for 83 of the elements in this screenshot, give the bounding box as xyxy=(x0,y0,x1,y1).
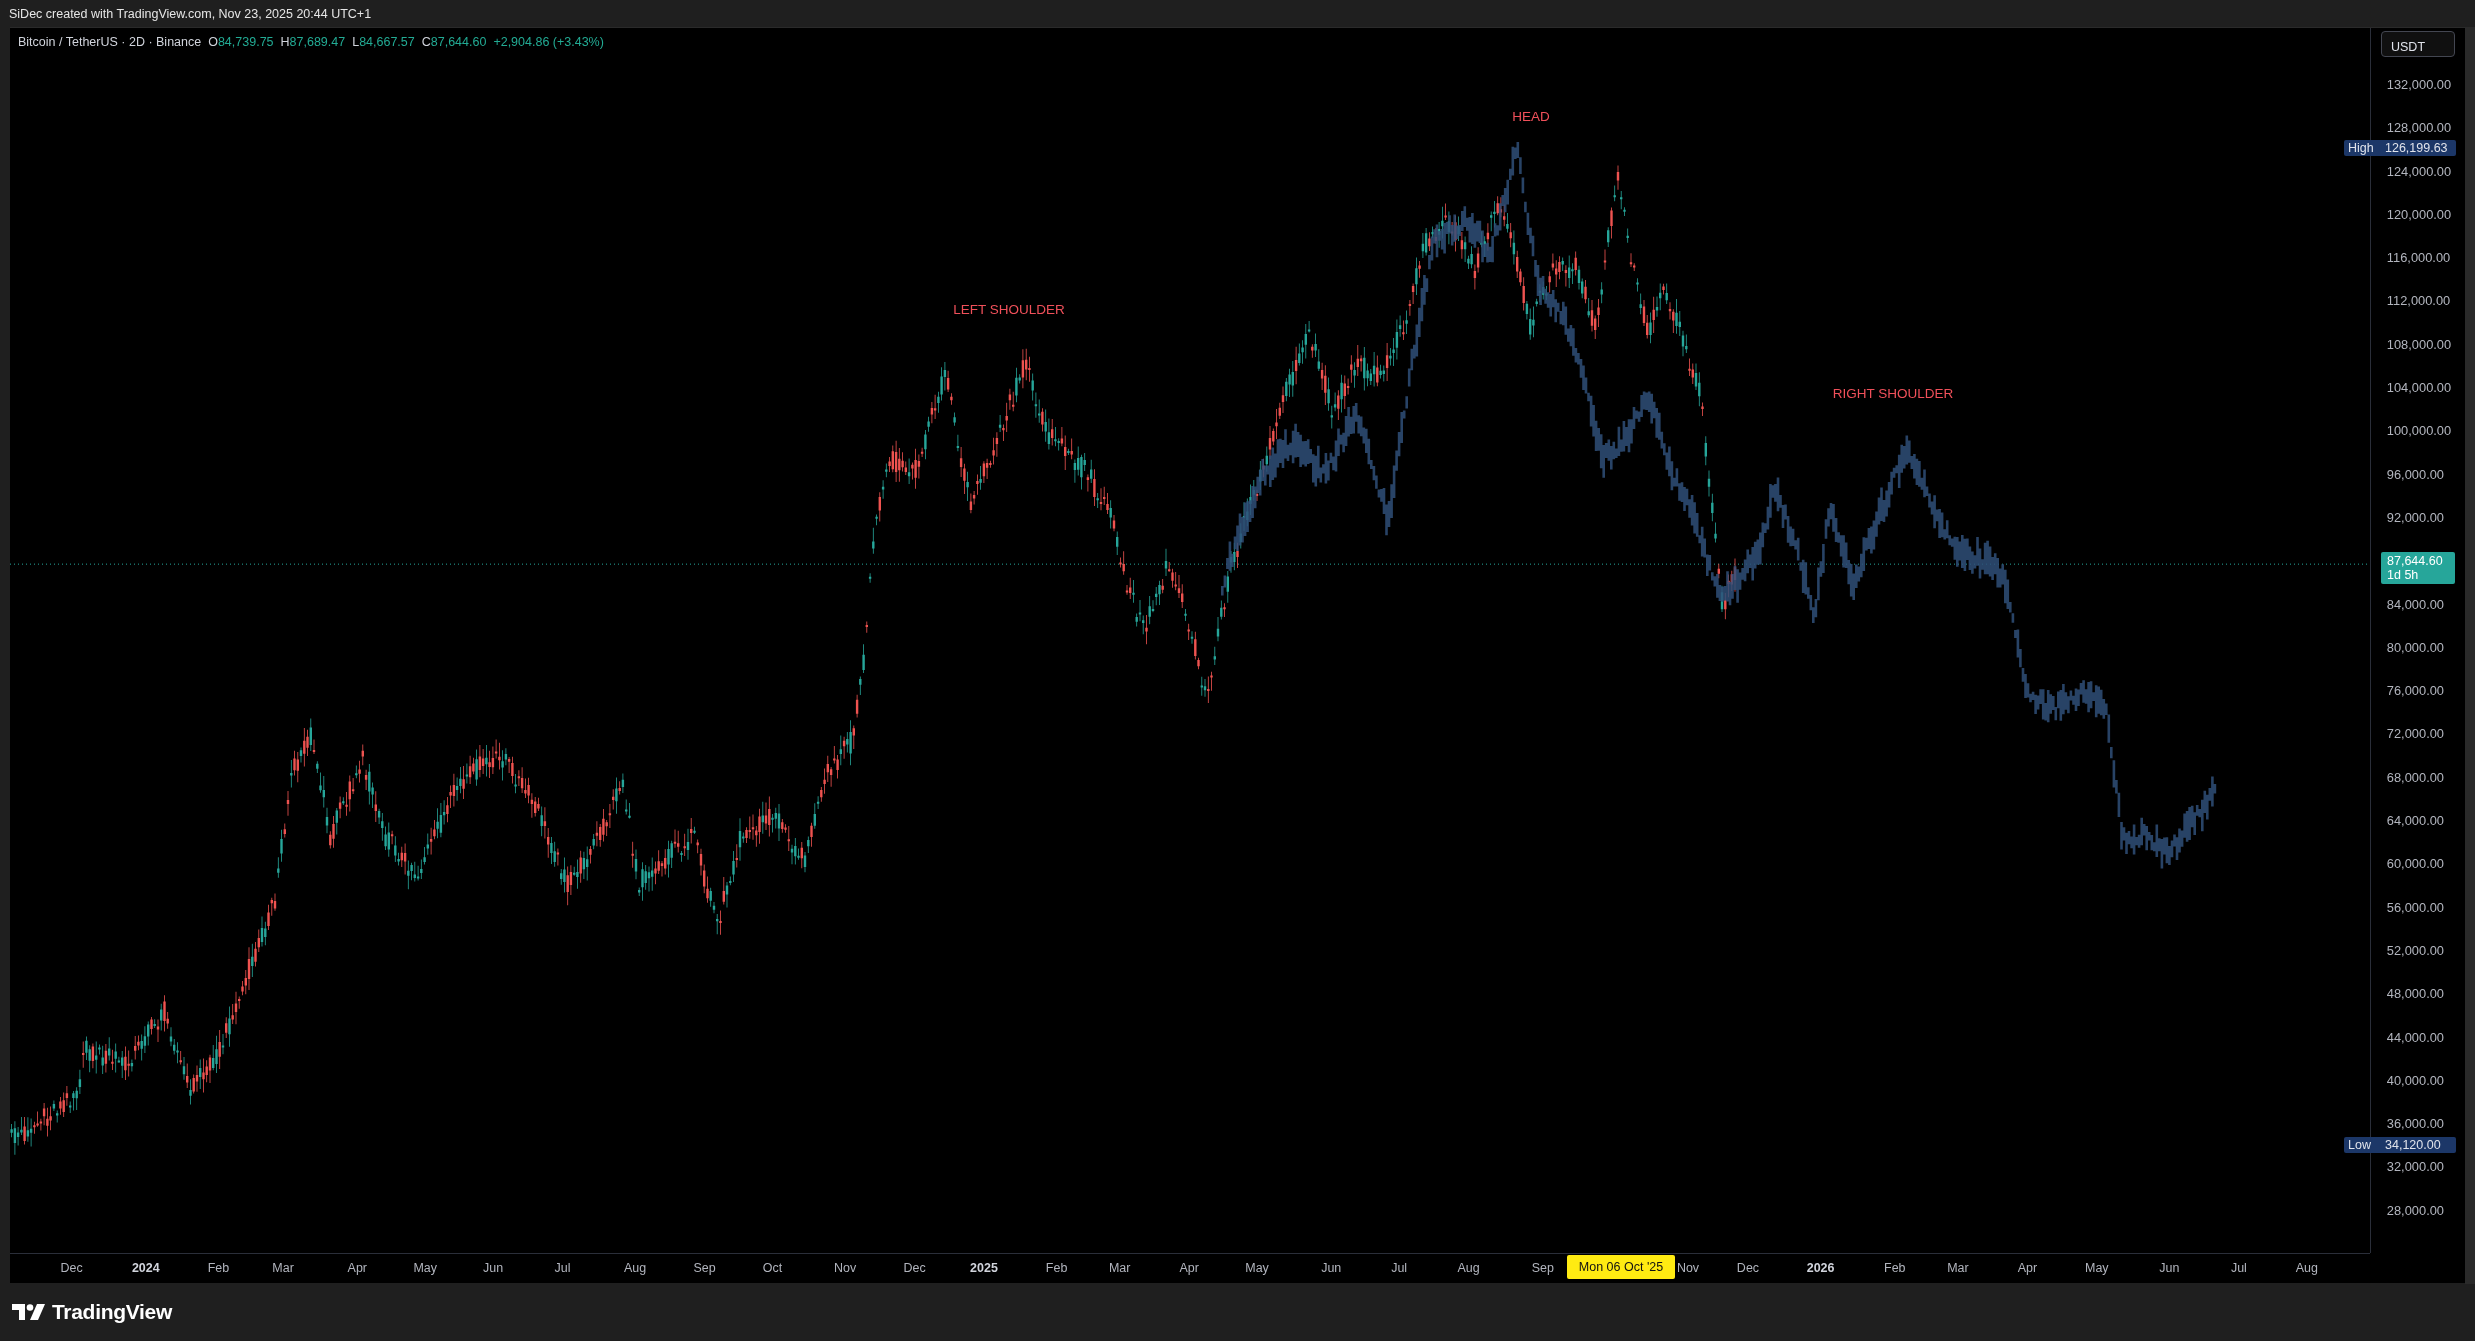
price-label: 132,000.00 xyxy=(2386,76,2452,92)
currency-button[interactable]: USDT xyxy=(2381,31,2455,57)
time-label: Jun xyxy=(2159,1261,2180,1276)
price-label: 92,000.00 xyxy=(2386,509,2444,525)
pattern-label: HEAD xyxy=(1512,109,1550,124)
ohlc-label: O xyxy=(208,35,218,49)
time-label: Mar xyxy=(1109,1261,1131,1276)
marker-value: 126,199.63 xyxy=(2384,140,2448,155)
ohlc-value: 87,689.47 xyxy=(289,35,346,49)
ohlc-value: 87,644.60 xyxy=(430,35,487,49)
price-label: 72,000.00 xyxy=(2386,726,2444,742)
price-label: 40,000.00 xyxy=(2386,1072,2444,1088)
price-label: 56,000.00 xyxy=(2386,899,2444,915)
price-label: 60,000.00 xyxy=(2386,856,2444,872)
price-label: 108,000.00 xyxy=(2386,336,2452,352)
price-label: 120,000.00 xyxy=(2386,206,2452,222)
time-label: Jul xyxy=(554,1261,571,1276)
time-label: Feb xyxy=(1045,1261,1068,1276)
price-label: 104,000.00 xyxy=(2386,380,2452,396)
time-label: Dec xyxy=(903,1261,926,1276)
last-price-value: 87,644.60 xyxy=(2387,554,2444,568)
ohlc-label: L xyxy=(352,35,360,49)
marker-label: Low xyxy=(2347,1137,2372,1152)
marker-value: 34,120.00 xyxy=(2384,1137,2441,1152)
price-label: 80,000.00 xyxy=(2386,639,2444,655)
time-label: Mar xyxy=(272,1261,294,1276)
time-label: Aug xyxy=(2295,1261,2318,1276)
ohlc-label: C xyxy=(421,35,431,49)
price-label: 36,000.00 xyxy=(2386,1116,2444,1132)
time-label: Dec xyxy=(1736,1261,1760,1276)
crosshair-date: Mon 06 Oct '25 xyxy=(1567,1255,1675,1279)
time-label: Sep xyxy=(1531,1261,1554,1276)
watermark-caption: SiDec created with TradingView.com, Nov 23, 2025 20:44 UTC+1 xyxy=(9,7,372,21)
marker-label: High xyxy=(2347,140,2375,155)
price-label: 64,000.00 xyxy=(2386,813,2444,829)
price-label: 96,000.00 xyxy=(2386,466,2444,482)
time-label: Nov xyxy=(833,1261,857,1276)
time-label: Aug xyxy=(624,1261,647,1276)
scrollbar[interactable] xyxy=(2465,28,2475,1284)
price-label: 48,000.00 xyxy=(2386,986,2444,1002)
ohlc-value: 84,667.57 xyxy=(359,35,415,49)
ohlc-value: 84,739.75 xyxy=(217,35,274,49)
time-label: May xyxy=(413,1261,437,1276)
time-label: 2025 xyxy=(970,1261,998,1276)
bar-countdown: 1d 5h xyxy=(2387,568,2420,582)
pattern-label: RIGHT SHOULDER xyxy=(1832,386,1954,401)
ohlc-label: H xyxy=(280,35,290,49)
time-label: Feb xyxy=(1884,1261,1906,1276)
price-label: 76,000.00 xyxy=(2386,683,2444,699)
time-label: Nov xyxy=(1676,1261,1700,1276)
price-label: 32,000.00 xyxy=(2386,1159,2444,1175)
logo-icon xyxy=(12,1304,46,1320)
time-label: May xyxy=(2085,1261,2109,1276)
price-label: 100,000.00 xyxy=(2386,423,2452,439)
price-change: +2,904.86 (+3.43%) xyxy=(493,35,604,49)
time-label: Apr xyxy=(2017,1261,2038,1276)
time-label: Jun xyxy=(1321,1261,1342,1276)
price-label: 28,000.00 xyxy=(2386,1202,2444,1218)
time-label: 2026 xyxy=(1806,1261,1835,1276)
time-label: Sep xyxy=(693,1261,716,1276)
time-label: Aug xyxy=(1457,1261,1480,1276)
pattern-label: LEFT SHOULDER xyxy=(953,302,1065,317)
time-label: Oct xyxy=(762,1261,783,1276)
time-label: Jun xyxy=(483,1261,504,1276)
symbol-title[interactable]: Bitcoin / TetherUS · 2D · Binance xyxy=(18,35,202,49)
time-label: Dec xyxy=(60,1261,83,1276)
price-label: 116,000.00 xyxy=(2386,250,2451,266)
price-label: 52,000.00 xyxy=(2386,942,2444,958)
time-label: Jul xyxy=(2230,1261,2247,1276)
brand-name[interactable]: TradingView xyxy=(52,1300,172,1324)
time-label: Apr xyxy=(1179,1261,1199,1276)
time-label: Mar xyxy=(1947,1261,1969,1276)
price-label: 112,000.00 xyxy=(2386,293,2451,309)
price-label: 44,000.00 xyxy=(2386,1029,2444,1045)
time-label: 2024 xyxy=(131,1261,160,1276)
price-label: 68,000.00 xyxy=(2386,769,2444,785)
price-label: 128,000.00 xyxy=(2386,120,2452,136)
time-label: Feb xyxy=(207,1261,230,1276)
time-label: May xyxy=(1245,1261,1269,1276)
price-label: 124,000.00 xyxy=(2386,163,2452,179)
price-label: 84,000.00 xyxy=(2386,596,2444,612)
time-label: Jul xyxy=(1391,1261,1408,1276)
time-label: Apr xyxy=(347,1261,368,1276)
